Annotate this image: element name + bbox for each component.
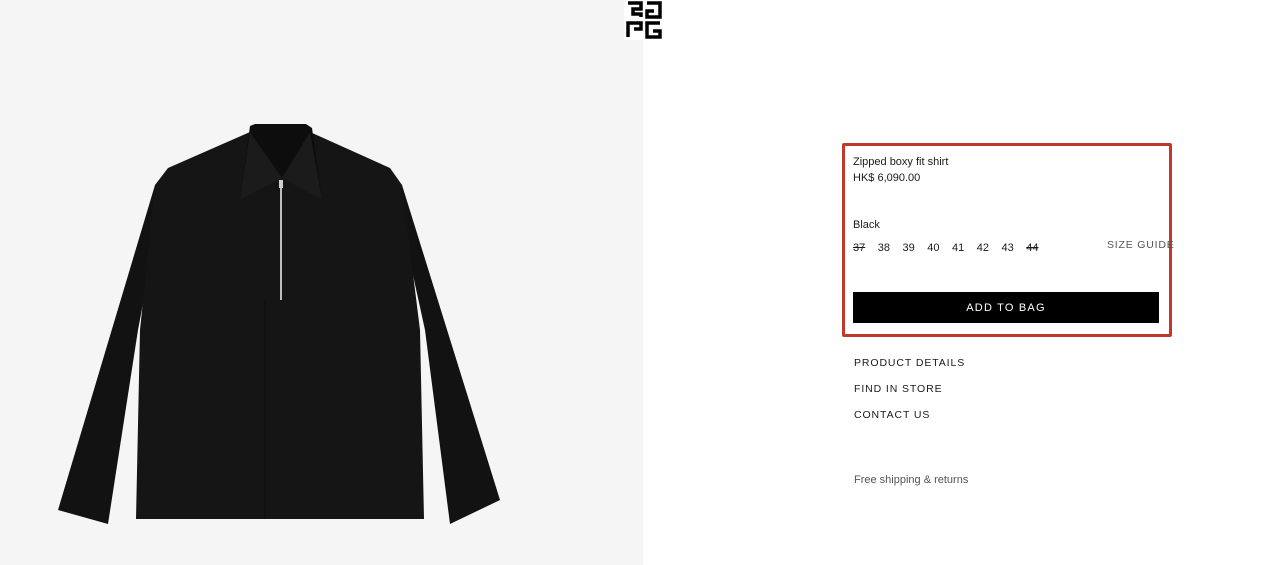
product-name: Zipped boxy fit shirt xyxy=(853,156,949,168)
product-image-gallery xyxy=(0,0,643,565)
find-in-store-link[interactable]: FIND IN STORE xyxy=(854,383,943,395)
size-option-44[interactable]: 44 xyxy=(1026,242,1038,254)
size-option-38[interactable]: 38 xyxy=(878,242,890,254)
size-selector: 37 38 39 40 41 42 43 44 xyxy=(853,242,1051,254)
free-shipping-note: Free shipping & returns xyxy=(854,474,969,486)
size-option-43[interactable]: 43 xyxy=(1002,242,1014,254)
black-zipped-shirt-image[interactable] xyxy=(0,0,643,565)
selected-color-label: Black xyxy=(853,219,880,231)
size-option-37[interactable]: 37 xyxy=(853,242,865,254)
add-to-bag-button[interactable]: ADD TO BAG xyxy=(853,292,1159,323)
product-details-link[interactable]: PRODUCT DETAILS xyxy=(854,357,965,369)
givenchy-4g-logo-icon[interactable] xyxy=(624,0,664,40)
size-option-39[interactable]: 39 xyxy=(903,242,915,254)
size-guide-link[interactable]: SIZE GUIDE xyxy=(1107,239,1175,251)
contact-us-link[interactable]: CONTACT US xyxy=(854,409,930,421)
size-option-40[interactable]: 40 xyxy=(927,242,939,254)
size-option-42[interactable]: 42 xyxy=(977,242,989,254)
size-option-41[interactable]: 41 xyxy=(952,242,964,254)
product-price: HK$ 6,090.00 xyxy=(853,172,921,184)
